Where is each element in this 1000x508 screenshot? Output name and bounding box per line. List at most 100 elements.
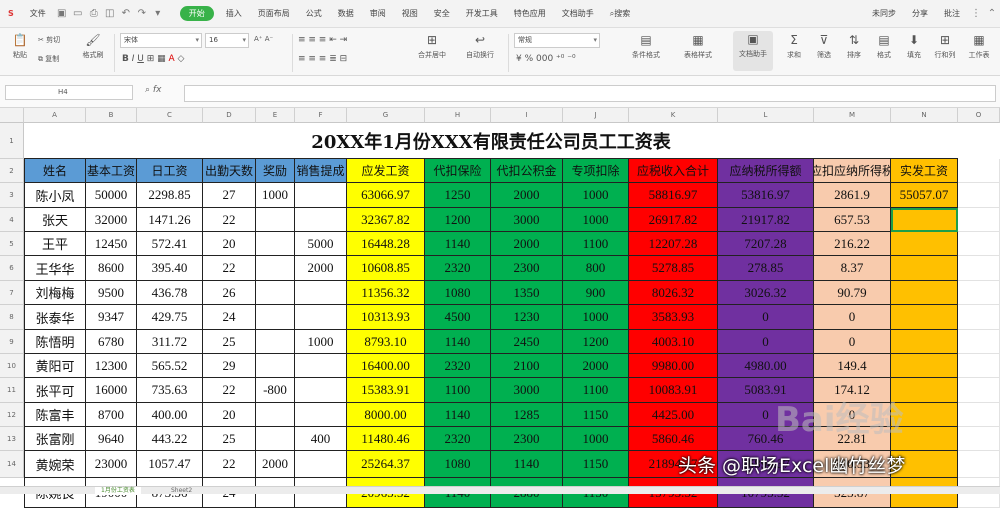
redo-icon[interactable]: ↷	[135, 7, 149, 21]
row-header-13[interactable]: 13	[0, 427, 24, 451]
table-cell[interactable]: 22	[203, 208, 256, 232]
menu-tab-10[interactable]: 文档助手	[554, 8, 602, 19]
column-header-M[interactable]: M	[814, 108, 891, 123]
number-format-select[interactable]: 常规 ▾	[514, 33, 600, 48]
table-cell[interactable]: 32000	[86, 208, 137, 232]
table-cell[interactable]: 2320	[425, 354, 491, 378]
row-header-14[interactable]: 14	[0, 451, 24, 478]
table-cell[interactable]: 张富刚	[24, 427, 86, 451]
table-cell[interactable]: 395.40	[137, 256, 203, 281]
empty-cell[interactable]	[958, 330, 1000, 354]
table-cell[interactable]: -800	[256, 378, 295, 403]
table-cell[interactable]: 陈富丰	[24, 403, 86, 427]
table-cell[interactable]: 26917.82	[629, 208, 718, 232]
table-cell[interactable]: 10083.91	[629, 378, 718, 403]
font-size-select[interactable]: 16 ▾	[205, 33, 249, 48]
table-cell[interactable]: 26	[203, 281, 256, 305]
table-cell[interactable]: 32367.82	[347, 208, 425, 232]
table-cell[interactable]: 2450	[491, 330, 563, 354]
table-cell[interactable]: 1100	[563, 232, 629, 256]
table-cell[interactable]: 8.37	[814, 256, 891, 281]
table-cell[interactable]: 3000	[491, 378, 563, 403]
table-cell[interactable]: 1057.47	[137, 451, 203, 478]
table-cell[interactable]	[256, 281, 295, 305]
table-cell[interactable]	[295, 451, 347, 478]
menu-tab-3[interactable]: 公式	[298, 8, 330, 19]
search-icon[interactable]: ⌕搜索	[602, 8, 638, 19]
row-header-1[interactable]: 1	[0, 123, 24, 159]
table-cell[interactable]: 436.78	[137, 281, 203, 305]
row-header-9[interactable]: 9	[0, 330, 24, 354]
table-cell[interactable]: 0	[718, 330, 814, 354]
table-cell[interactable]: 55057.07	[891, 183, 958, 208]
table-cell[interactable]: 4425.00	[629, 403, 718, 427]
table-cell[interactable]: 黄婉荣	[24, 451, 86, 478]
row-header-6[interactable]: 6	[0, 256, 24, 281]
doc-help-button[interactable]: ▣ 文档助手	[733, 31, 773, 71]
column-title-cell[interactable]: 代扣公积金	[491, 159, 563, 183]
table-cell[interactable]	[891, 232, 958, 256]
menu-tab-8[interactable]: 开发工具	[458, 8, 506, 19]
table-cell[interactable]: 王平	[24, 232, 86, 256]
empty-cell[interactable]	[958, 281, 1000, 305]
table-cell[interactable]: 8700	[86, 403, 137, 427]
column-title-cell[interactable]: 应扣应纳所得税	[814, 159, 891, 183]
table-cell[interactable]: 1100	[425, 378, 491, 403]
column-title-cell[interactable]: 应发工资	[347, 159, 425, 183]
empty-cell[interactable]	[958, 378, 1000, 403]
table-cell[interactable]	[891, 256, 958, 281]
column-title-cell[interactable]: 应税收入合计	[629, 159, 718, 183]
table-cell[interactable]: 1000	[295, 330, 347, 354]
table-cell[interactable]: 2000	[295, 256, 347, 281]
empty-cell[interactable]	[958, 159, 1000, 183]
column-title-cell[interactable]: 销售提成	[295, 159, 347, 183]
column-header-O[interactable]: O	[958, 108, 1000, 123]
table-cell[interactable]: 900	[563, 281, 629, 305]
table-cell[interactable]: 23000	[86, 451, 137, 478]
table-cell[interactable]: 1080	[425, 281, 491, 305]
table-cell[interactable]: 2320	[425, 256, 491, 281]
row-header-10[interactable]: 10	[0, 354, 24, 378]
column-header-N[interactable]: N	[891, 108, 958, 123]
table-cell[interactable]	[295, 305, 347, 330]
row-header-8[interactable]: 8	[0, 305, 24, 330]
table-cell[interactable]: 12300	[86, 354, 137, 378]
align-top-icons[interactable]: ≡ ≡ ≡ ⇤ ⇥	[298, 35, 347, 45]
table-cell[interactable]: 311.72	[137, 330, 203, 354]
table-cell[interactable]	[295, 403, 347, 427]
wrap-text-button[interactable]: ↩ 自动换行	[460, 32, 500, 60]
table-cell[interactable]: 1150	[563, 451, 629, 478]
table-cell[interactable]: 572.41	[137, 232, 203, 256]
menu-tab-7[interactable]: 安全	[426, 8, 458, 19]
table-cell[interactable]: 张平可	[24, 378, 86, 403]
table-cell[interactable]: 735.63	[137, 378, 203, 403]
format-button[interactable]: ▤ 格式	[870, 32, 898, 60]
empty-cell[interactable]	[958, 305, 1000, 330]
table-cell[interactable]	[256, 256, 295, 281]
empty-cell[interactable]	[958, 208, 1000, 232]
row-header-12[interactable]: 12	[0, 403, 24, 427]
table-cell[interactable]: 24	[203, 305, 256, 330]
table-cell[interactable]: 216.22	[814, 232, 891, 256]
table-cell[interactable]: 443.22	[137, 427, 203, 451]
table-cell[interactable]	[295, 354, 347, 378]
number-format-icons[interactable]: ¥ % 000 ⁺⁰ ⁻⁰	[516, 54, 576, 64]
table-cell[interactable]: 1140	[491, 451, 563, 478]
table-cell[interactable]: 1250	[425, 183, 491, 208]
chevron-down-icon[interactable]: ▾	[151, 7, 165, 21]
table-cell[interactable]: 2000	[563, 354, 629, 378]
sum-button[interactable]: Σ 求和	[780, 32, 808, 60]
table-cell[interactable]: 1000	[256, 183, 295, 208]
table-cell[interactable]: 29	[203, 354, 256, 378]
row-header-2[interactable]: 2	[0, 159, 24, 183]
row-col-button[interactable]: ⊞ 行和列	[930, 32, 960, 60]
table-cell[interactable]: 张天	[24, 208, 86, 232]
table-cell[interactable]: 1000	[563, 427, 629, 451]
table-cell[interactable]: 429.75	[137, 305, 203, 330]
table-cell[interactable]: 657.53	[814, 208, 891, 232]
more-icon[interactable]: ⋮	[969, 7, 983, 21]
table-cell[interactable]: 15383.91	[347, 378, 425, 403]
table-style-button[interactable]: ▦ 表格样式	[676, 32, 720, 60]
table-cell[interactable]	[295, 378, 347, 403]
column-header-A[interactable]: A	[24, 108, 86, 123]
